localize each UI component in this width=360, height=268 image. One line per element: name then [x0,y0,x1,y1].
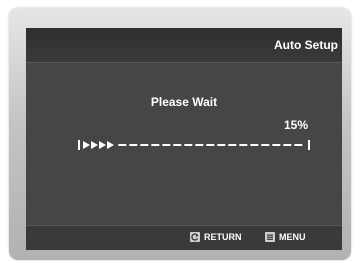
progress-remaining-dash [294,144,303,146]
progress-remaining-dash [173,144,182,146]
menu-button[interactable]: MENU [265,232,306,242]
progress-fill-arrow [91,141,98,149]
return-label: RETURN [204,232,242,242]
progress-remaining-dash [272,144,281,146]
progress-remaining-dash [129,144,138,146]
progress-remaining-dash [162,144,171,146]
progress-end-tick [308,140,310,150]
header-bar: Auto Setup [26,28,342,63]
progress-start-tick [78,140,80,150]
progress-remaining-dash [239,144,248,146]
progress-fill-arrow [107,141,114,149]
return-button[interactable]: RETURN [190,232,242,242]
progress-remaining-dash [283,144,292,146]
progress-bar [78,140,310,150]
footer-bar: RETURN MENU [26,225,342,250]
progress-remaining-dash [228,144,237,146]
progress-remaining-dash [151,144,160,146]
progress-remaining-dash [261,144,270,146]
progress-remaining-dash [195,144,204,146]
menu-icon [265,232,275,242]
progress-remaining-dash [118,144,127,146]
page-title: Auto Setup [274,38,338,52]
progress-remaining-dash [140,144,149,146]
menu-label: MENU [279,232,306,242]
return-icon [190,232,200,242]
status-text: Please Wait [150,95,218,109]
progress-fill-arrow [83,141,90,149]
progress-remaining-dash [206,144,215,146]
progress-remaining-dash [217,144,226,146]
progress-remaining-dash [184,144,193,146]
progress-remaining-dash [250,144,259,146]
progress-percent: 15% [283,118,308,132]
osd-screen: Auto Setup Please Wait 15% RETURN MENU [26,28,342,250]
progress-fill-arrow [99,141,106,149]
